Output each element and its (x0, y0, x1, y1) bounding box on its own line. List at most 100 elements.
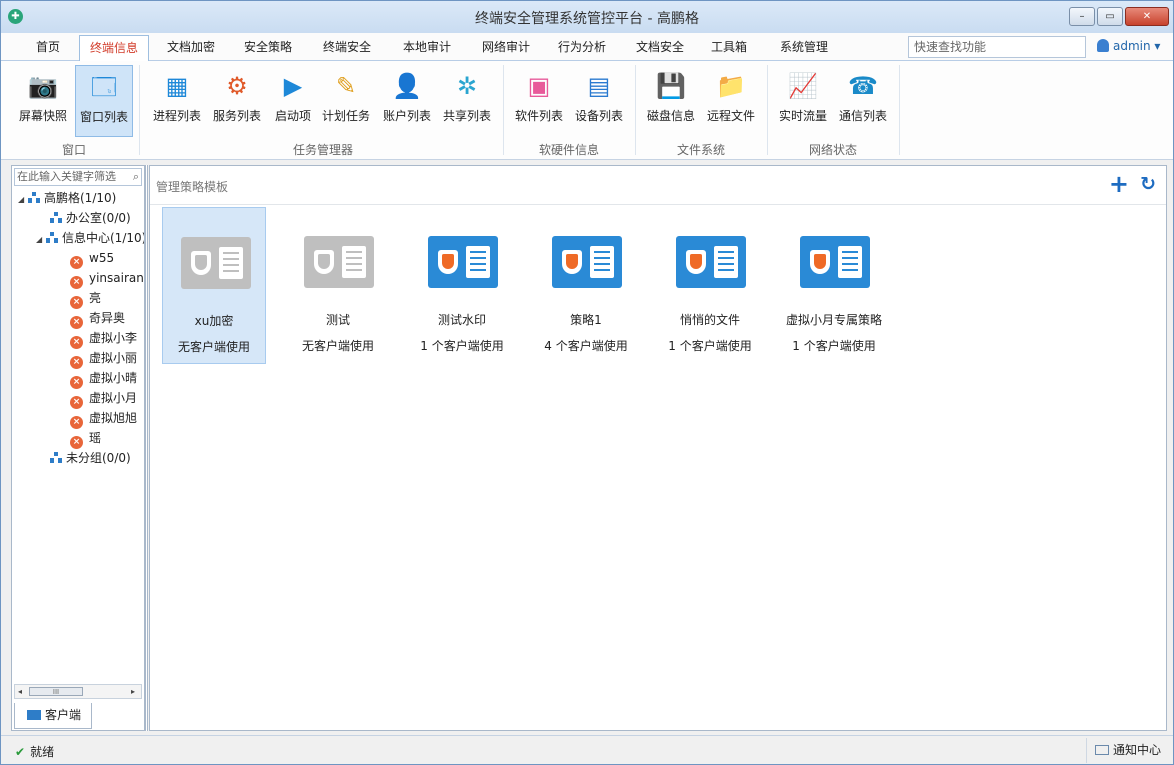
ribbon-button[interactable]: 👤 账户列表 (378, 65, 436, 137)
tree-client-node[interactable]: × w55 (70, 248, 114, 269)
ribbon-group-label: 文件系统 (676, 143, 725, 157)
camera-icon: 📷 (28, 72, 58, 100)
tree-node-label: 奇异奥 (89, 311, 126, 325)
menu-tab[interactable]: 终端信息 (79, 35, 149, 61)
ribbon-button-label: 通信列表 (838, 109, 887, 123)
template-name: 虚拟小月专属策略 (785, 313, 882, 327)
ribbon-button-label: 远程文件 (706, 109, 755, 123)
tree-node-label: 办公室(0/0) (66, 211, 131, 225)
tree-node-label: 虚拟小李 (89, 331, 138, 345)
tree-client-node[interactable]: × yinsairan (70, 268, 144, 289)
scroll-thumb[interactable]: III (29, 687, 83, 696)
menu-tab[interactable]: 工具箱 (701, 35, 757, 61)
menu-tab[interactable]: 本地审计 (391, 35, 463, 61)
close-button[interactable]: ✕ (1125, 7, 1169, 26)
menu-tab[interactable]: 系统管理 (767, 35, 841, 61)
ribbon-separator (503, 65, 504, 155)
menu-tab[interactable]: 行为分析 (547, 35, 617, 61)
maximize-button[interactable]: ▭ (1097, 7, 1123, 26)
tab-client-label: 客户端 (45, 708, 82, 722)
tree-client-node[interactable]: × 亮 (70, 288, 101, 309)
expand-toggle-icon[interactable]: ◢ (36, 230, 46, 250)
minimize-button[interactable]: – (1069, 7, 1095, 26)
panel-title: 管理策略模板 (156, 180, 229, 194)
tree-horizontal-scrollbar[interactable]: ◂ III ▸ (14, 684, 142, 699)
menu-tab[interactable]: 文档安全 (625, 35, 695, 61)
policy-template-card[interactable]: 虚拟小月专属策略 1 个客户端使用 (782, 207, 886, 364)
tree-node-label: 虚拟小丽 (89, 351, 138, 365)
quick-search-input[interactable]: 快速查找功能 (908, 36, 1086, 58)
ribbon-button[interactable]: ✲ 共享列表 (438, 65, 496, 137)
tree-client-node[interactable]: × 瑶 (70, 428, 101, 449)
menu-tab[interactable]: 终端安全 (311, 35, 383, 61)
tree-group-node[interactable]: 办公室(0/0) (50, 208, 131, 228)
tree-client-node[interactable]: × 虚拟旭旭 (70, 408, 137, 429)
ribbon-button[interactable]: 🗔 窗口列表 (75, 65, 133, 137)
tree-node-label: 高鹏格(1/10) (44, 191, 117, 205)
ribbon-button-label: 屏幕快照 (18, 109, 67, 123)
tree-node-label: 未分组(0/0) (66, 451, 131, 465)
tree-group-node[interactable]: ◢ 高鹏格(1/10) (18, 188, 116, 208)
org-group-icon (50, 212, 62, 223)
window-title: 终端安全管理系统管控平台 - 高鹏格 (475, 11, 699, 27)
tree-group-node[interactable]: ◢ 信息中心(1/10) (36, 228, 144, 248)
tree-client-node[interactable]: × 虚拟小月 (70, 388, 137, 409)
ribbon-button-label: 实时流量 (778, 109, 827, 123)
ribbon-button[interactable]: 📁 远程文件 (702, 65, 760, 137)
policy-template-card[interactable]: 测试水印 1 个客户端使用 (410, 207, 514, 364)
expand-toggle-icon[interactable]: ◢ (18, 190, 28, 210)
device-list-icon: ▤ (587, 72, 611, 100)
ribbon-button[interactable]: ▣ 软件列表 (510, 65, 568, 137)
add-icon[interactable]: + (1109, 172, 1129, 196)
user-menu[interactable]: admin ▾ (1097, 39, 1160, 53)
ribbon-button[interactable]: ✎ 计划任务 (318, 65, 374, 137)
tree-client-node[interactable]: × 虚拟小李 (70, 328, 138, 349)
scroll-right-icon[interactable]: ▸ (131, 685, 135, 698)
process-list-icon: ▦ (165, 72, 189, 100)
notification-center-button[interactable]: 通知中心 (1086, 738, 1161, 763)
list-lines-icon (466, 246, 490, 278)
ribbon-toolbar: 📷 屏幕快照 🗔 窗口列表窗口 ▦ 进程列表 ⚙ 服务列表 ▶ 启动项 ✎ 计划任务 👤 账户列表 ✲ 共享列… (1, 61, 1173, 160)
ribbon-separator (635, 65, 636, 155)
remote-file-icon: 📁 (716, 72, 746, 100)
ribbon-button-label: 设备列表 (574, 109, 623, 123)
ribbon-button-label: 进程列表 (152, 109, 201, 123)
policy-template-card[interactable]: xu加密 无客户端使用 (162, 207, 266, 364)
ribbon-button[interactable]: 💾 磁盘信息 (642, 65, 700, 137)
menu-tab[interactable]: 安全策略 (233, 35, 303, 61)
status-bar: ✔ 就绪 通知中心 (1, 735, 1173, 764)
tree-filter-placeholder: 在此输入关键字筛选 (17, 170, 116, 183)
menu-tab[interactable]: 文档加密 (157, 35, 225, 61)
search-icon[interactable]: ⌕ (133, 169, 139, 185)
scroll-left-icon[interactable]: ◂ (18, 685, 22, 698)
ribbon-separator (767, 65, 768, 155)
ribbon-group-label: 窗口 (61, 143, 86, 157)
window-list-icon: 🗔 (90, 73, 118, 101)
ribbon-button[interactable]: ☎ 通信列表 (834, 65, 892, 137)
ribbon-button[interactable]: 📈 实时流量 (774, 65, 832, 137)
realtime-traffic-icon: 📈 (788, 72, 818, 100)
mail-icon (1095, 745, 1109, 755)
policy-template-card[interactable]: 测试 无客户端使用 (286, 207, 390, 364)
policy-template-card[interactable]: 策略1 4 个客户端使用 (534, 207, 638, 364)
tree-group-node[interactable]: 未分组(0/0) (50, 448, 131, 468)
ribbon-button[interactable]: 📷 屏幕快照 (13, 65, 73, 137)
template-usage: 1 个客户端使用 (420, 339, 504, 353)
ribbon-button[interactable]: ⚙ 服务列表 (208, 65, 266, 137)
org-group-icon (50, 452, 62, 463)
ribbon-button[interactable]: ▶ 启动项 (268, 65, 318, 137)
menu-tab[interactable]: 首页 (17, 35, 79, 61)
tree-client-node[interactable]: × 虚拟小晴 (70, 368, 137, 389)
ribbon-button[interactable]: ▤ 设备列表 (570, 65, 628, 137)
refresh-icon[interactable]: ↻ (1140, 174, 1156, 194)
tree-client-node[interactable]: × 虚拟小丽 (70, 348, 138, 369)
ribbon-button[interactable]: ▦ 进程列表 (148, 65, 206, 137)
menu-tab[interactable]: 网络审计 (471, 35, 541, 61)
panel-splitter[interactable] (145, 165, 148, 731)
policy-template-card[interactable]: 悄悄的文件 1 个客户端使用 (658, 207, 762, 364)
ribbon-separator (899, 65, 900, 155)
tree-client-node[interactable]: × 奇异奥 (70, 308, 126, 329)
template-usage: 1 个客户端使用 (792, 339, 876, 353)
tree-filter-input[interactable]: 在此输入关键字筛选 ⌕ (14, 168, 142, 186)
tab-client[interactable]: 客户端 (14, 703, 92, 729)
